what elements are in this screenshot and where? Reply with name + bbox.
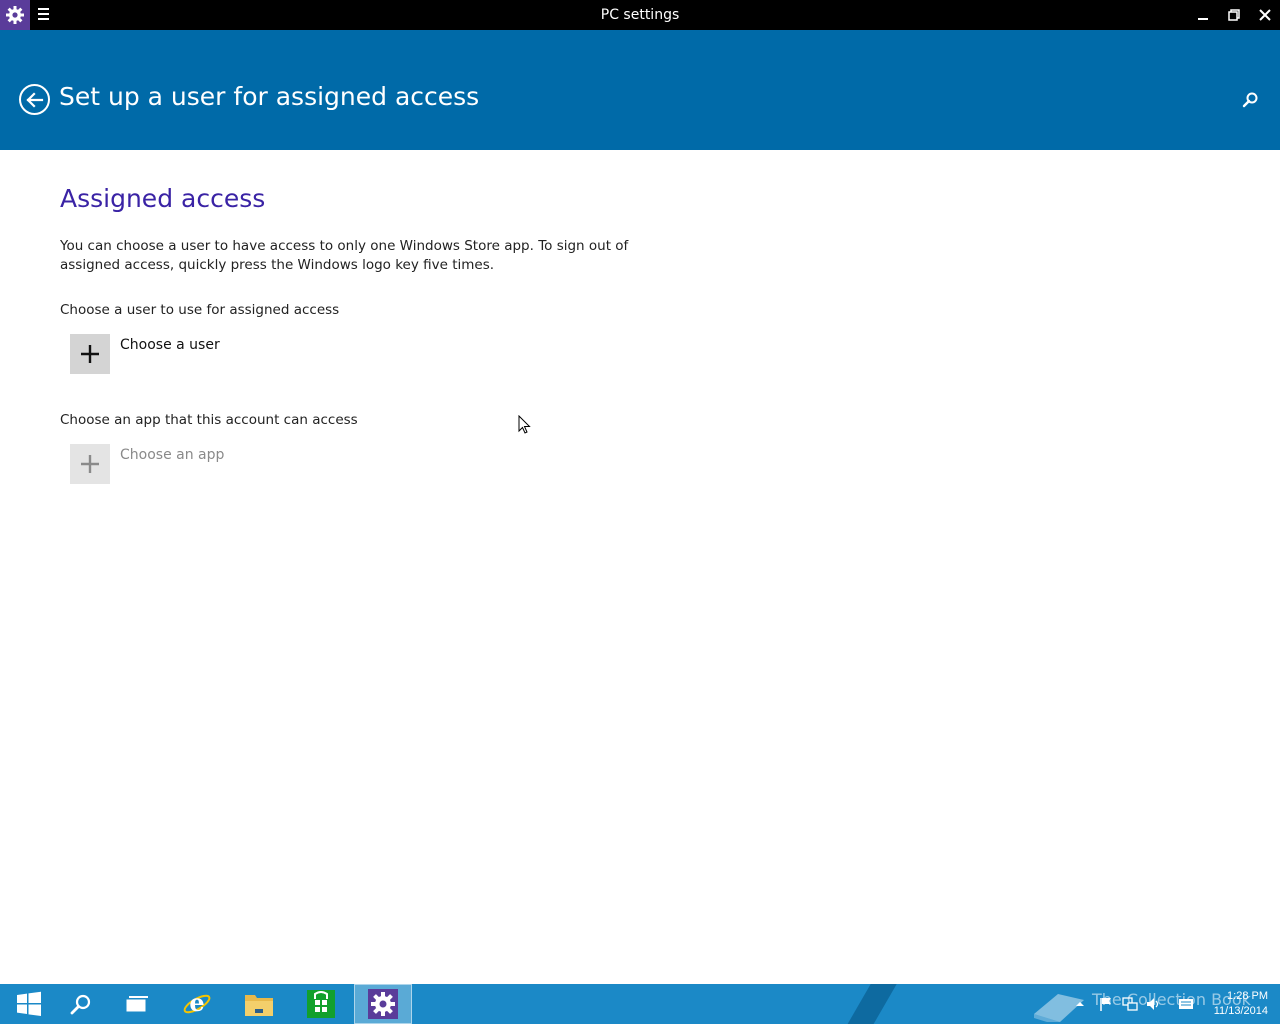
network-icon[interactable] — [1122, 996, 1138, 1012]
show-hidden-icons-icon[interactable] — [1072, 996, 1088, 1012]
file-explorer-icon — [245, 995, 273, 1016]
mouse-cursor-icon — [518, 415, 531, 434]
internet-explorer-button[interactable]: e — [168, 984, 226, 1024]
back-arrow-icon — [25, 91, 43, 108]
taskbar-clock[interactable]: 1:28 PM 11/13/2014 — [1206, 989, 1268, 1019]
back-button[interactable] — [19, 84, 50, 115]
choose-user-button[interactable] — [70, 334, 110, 374]
search-button[interactable] — [1240, 90, 1260, 110]
volume-icon[interactable] — [1146, 996, 1162, 1012]
choose-app-link: Choose an app — [120, 447, 225, 463]
choose-app-button — [70, 444, 110, 484]
settings-taskbar-button[interactable] — [354, 984, 412, 1024]
plus-icon — [81, 345, 99, 363]
internet-explorer-icon: e — [183, 989, 211, 1017]
search-icon — [1242, 92, 1258, 108]
choose-user-link[interactable]: Choose a user — [120, 337, 220, 353]
start-button[interactable] — [0, 984, 58, 1024]
restore-icon — [1228, 9, 1240, 21]
plus-icon — [81, 455, 99, 473]
section-title: Assigned access — [60, 184, 266, 213]
search-icon — [70, 994, 91, 1015]
taskbar: e The Collection Book 1:28 PM 11/13/2014 — [0, 984, 1280, 1024]
close-button[interactable] — [1250, 0, 1280, 30]
page-header: Set up a user for assigned access — [0, 30, 1280, 150]
keyboard-icon[interactable] — [1178, 996, 1194, 1012]
action-center-flag-icon[interactable] — [1098, 996, 1114, 1012]
close-icon — [1259, 9, 1271, 21]
clock-time: 1:28 PM — [1227, 990, 1268, 1002]
restore-button[interactable] — [1219, 0, 1249, 30]
minimize-icon — [1198, 18, 1208, 20]
choose-app-label: Choose an app that this account can acce… — [60, 412, 358, 428]
settings-icon — [368, 989, 398, 1019]
task-view-button[interactable] — [108, 984, 166, 1024]
file-explorer-button[interactable] — [230, 984, 288, 1024]
store-icon — [307, 990, 335, 1018]
clock-date: 11/13/2014 — [1213, 1005, 1268, 1017]
store-button[interactable] — [292, 984, 350, 1024]
title-bar: PC settings — [0, 0, 1280, 30]
task-view-icon — [125, 996, 148, 1013]
svg-text:e: e — [189, 989, 204, 1017]
page-title: Set up a user for assigned access — [59, 82, 480, 111]
taskbar-search-button[interactable] — [52, 984, 110, 1024]
choose-user-label: Choose a user to use for assigned access — [60, 302, 340, 318]
window-title: PC settings — [600, 7, 680, 23]
taskbar-stripe — [841, 984, 901, 1024]
start-icon — [17, 991, 41, 1016]
minimize-button[interactable] — [1188, 0, 1218, 30]
assigned-access-description: You can choose a user to have access to … — [60, 238, 629, 273]
